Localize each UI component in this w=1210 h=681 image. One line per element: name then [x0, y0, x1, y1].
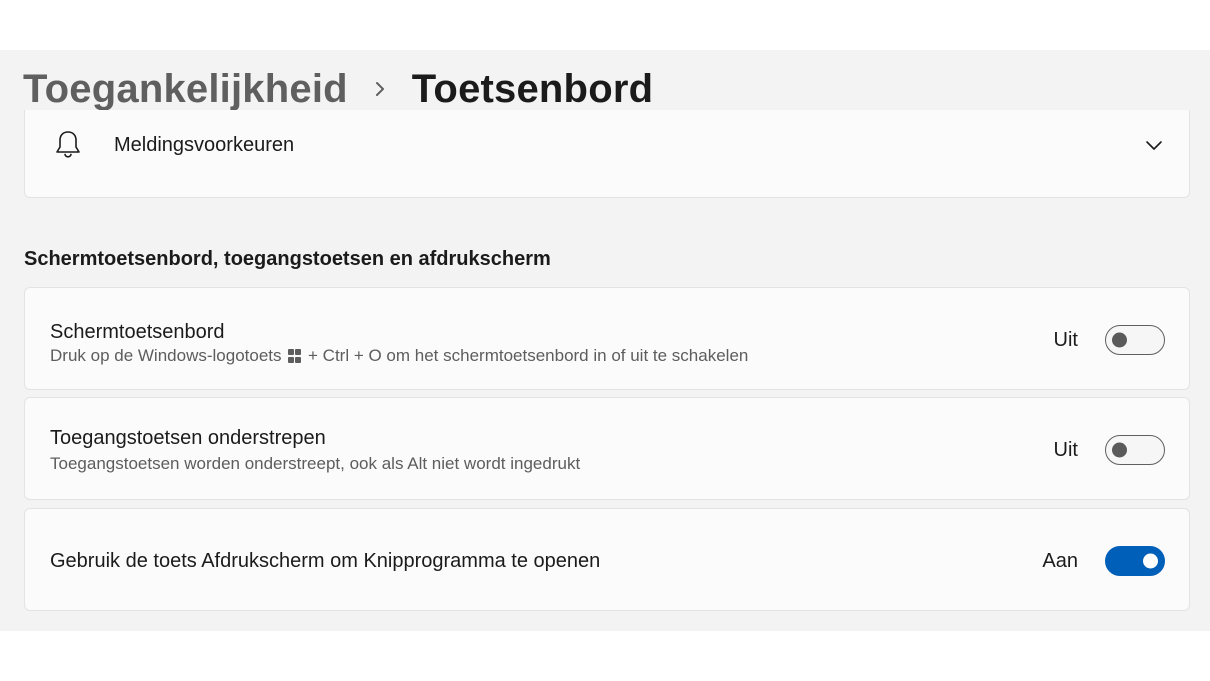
breadcrumb: Toegankelijkheid Toetsenbord [23, 64, 653, 114]
setting-title: Schermtoetsenbord [50, 321, 225, 343]
setting-underline-access-keys: Toegangstoetsen onderstrepen Toegangstoe… [24, 397, 1190, 500]
chevron-down-icon[interactable] [1145, 139, 1163, 151]
bell-icon [52, 128, 84, 160]
setting-description: Toegangstoetsen worden onderstreept, ook… [50, 454, 581, 473]
setting-description-end: + Ctrl + O om het schermtoetsenbord in o… [308, 346, 749, 365]
setting-description: Druk op de Windows-logotoets + Ctrl + O … [50, 346, 748, 366]
section-heading: Schermtoetsenbord, toegangstoetsen en af… [24, 248, 551, 270]
underline-access-keys-toggle[interactable] [1105, 435, 1165, 465]
notification-preferences-label: Meldingsvoorkeuren [114, 134, 295, 156]
setting-print-screen-snipping: Gebruik de toets Afdrukscherm om Knippro… [24, 508, 1190, 611]
breadcrumb-parent-accessibility[interactable]: Toegankelijkheid [23, 67, 348, 112]
page-title: Toetsenbord [411, 66, 654, 111]
on-screen-keyboard-toggle[interactable] [1105, 325, 1165, 355]
settings-window: Toegankelijkheid Toetsenbord Meldingsvoo… [0, 50, 1210, 631]
windows-logo-icon [287, 349, 302, 363]
notification-preferences-expander[interactable]: Meldingsvoorkeuren [24, 110, 1190, 198]
chevron-right-icon [348, 79, 412, 99]
print-screen-snipping-toggle[interactable] [1105, 546, 1165, 576]
toggle-state-label: Uit [1053, 439, 1078, 461]
toggle-knob [1112, 442, 1127, 458]
setting-title: Gebruik de toets Afdrukscherm om Knippro… [50, 550, 601, 572]
toggle-knob [1112, 332, 1127, 348]
toggle-knob [1143, 553, 1158, 569]
setting-description-start: Druk op de Windows-logotoets [50, 346, 282, 365]
toggle-state-label: Uit [1053, 329, 1078, 351]
toggle-state-label: Aan [1042, 550, 1078, 572]
setting-on-screen-keyboard: Schermtoetsenbord Druk op de Windows-log… [24, 287, 1190, 390]
setting-title: Toegangstoetsen onderstrepen [50, 427, 326, 449]
